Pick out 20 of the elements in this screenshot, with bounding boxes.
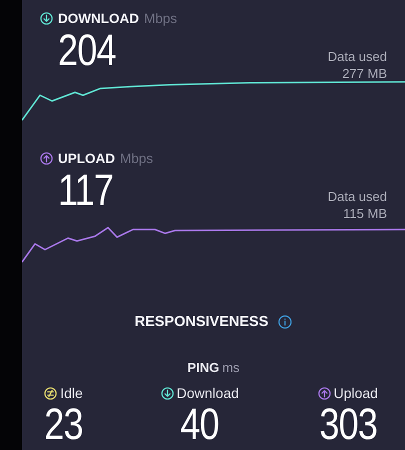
ping-value: 303 — [318, 401, 377, 449]
ping-type-label: Download — [176, 385, 239, 401]
data-used-label: Data used — [328, 188, 387, 205]
data-used-label: Data used — [328, 48, 387, 65]
test-label: UPLOAD — [58, 150, 115, 166]
data-used-value: 277 MB — [341, 65, 387, 82]
ping-value: 40 — [180, 401, 219, 449]
unit-label: ms — [222, 360, 240, 375]
section-title: RESPONSIVENESS — [134, 314, 268, 330]
speed-value: 204 — [58, 27, 116, 75]
ping-type-label: Upload — [334, 385, 378, 401]
test-label: DOWNLOAD — [58, 10, 139, 26]
data-used-value: 115 MB — [342, 205, 387, 222]
ping-type-label: Idle — [60, 385, 83, 401]
speed-value: 117 — [58, 167, 114, 215]
ping-value: 23 — [44, 401, 83, 449]
unit-label: Mbps — [144, 10, 178, 26]
unit-label: Mbps — [120, 150, 154, 166]
info-icon[interactable] — [278, 315, 292, 329]
ping-label: PING — [187, 360, 220, 375]
